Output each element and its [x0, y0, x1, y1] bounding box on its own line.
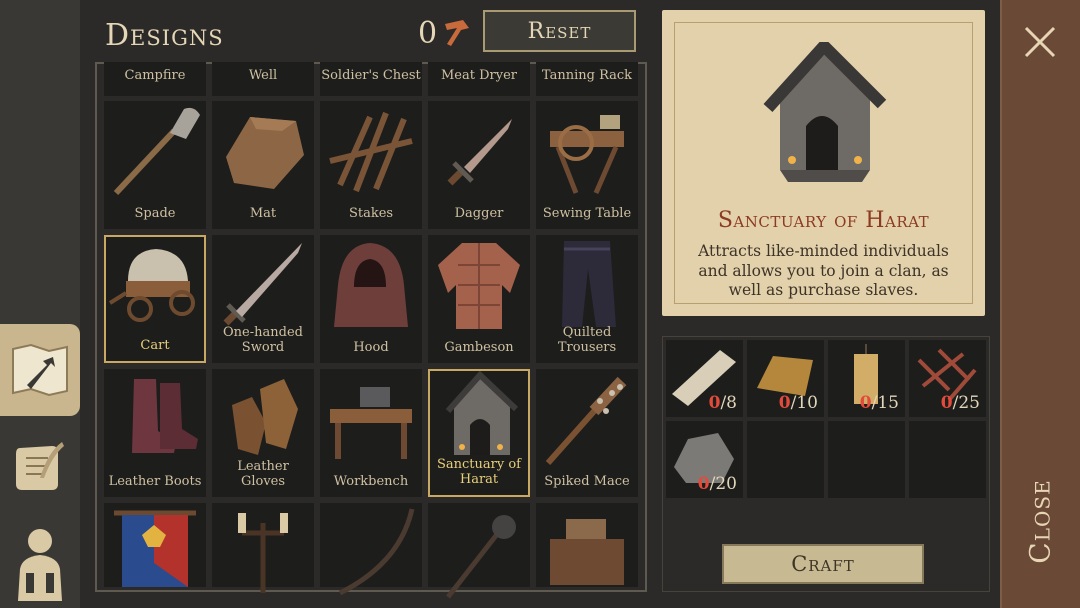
resource-need: /20: [709, 474, 737, 494]
tab-recipes[interactable]: [0, 420, 80, 512]
dagger-icon: [447, 119, 512, 186]
bow-icon: [338, 508, 415, 596]
grid-cell[interactable]: Soldier's Chest: [320, 62, 422, 96]
gambeson-icon: [438, 243, 520, 329]
grid-cell-sanctuary-of-harat[interactable]: Sanctuary of Harat: [428, 369, 530, 497]
trousers-icon: [562, 241, 616, 327]
grid-cell-sewing-table[interactable]: Sewing Table: [536, 101, 638, 229]
resource-cell: 0/10: [747, 340, 824, 417]
grid-cell[interactable]: Campfire: [104, 62, 206, 96]
page-title: Designs: [105, 18, 224, 53]
spade-icon: [113, 107, 200, 196]
banner-icon: [114, 510, 196, 587]
grid-cell-hood[interactable]: Hood: [320, 235, 422, 363]
hood-icon: [334, 243, 408, 327]
resource-cell-empty: [747, 421, 824, 498]
left-sidebar: [0, 0, 80, 608]
stakes-icon: [329, 111, 413, 193]
gloves-icon: [232, 379, 298, 455]
grid-cell-quilted-trousers[interactable]: Quilted Trousers: [536, 235, 638, 363]
resource-cell: 0/15: [828, 340, 905, 417]
grid-cell-bow[interactable]: [320, 503, 422, 596]
resource-count: 0: [418, 16, 438, 51]
hammer-map-icon: [12, 343, 68, 397]
close-icon[interactable]: [1018, 20, 1062, 64]
resource-have: 0: [708, 393, 721, 413]
resource-have: 0: [697, 474, 710, 494]
character-icon: [18, 529, 62, 601]
grid-cell[interactable]: Tanning Rack: [536, 62, 638, 96]
grid-cell-leather-boots[interactable]: Leather Boots: [104, 369, 206, 497]
grid-cell-spade[interactable]: Spade: [104, 101, 206, 229]
craft-button[interactable]: Craft: [722, 544, 924, 584]
resource-have: 0: [778, 393, 791, 413]
flail-icon: [446, 515, 516, 599]
grid-cell-gambeson[interactable]: Gambeson: [428, 235, 530, 363]
resource-need: /15: [871, 393, 899, 413]
grid-cell-flail[interactable]: [428, 503, 530, 599]
sanctuary-large-icon: [763, 42, 887, 182]
grid-cell-cart[interactable]: Cart: [104, 235, 206, 363]
grid-cell-stakes[interactable]: Stakes: [320, 101, 422, 229]
grid-cell-dagger[interactable]: Dagger: [428, 101, 530, 229]
candelabra-icon: [238, 513, 288, 593]
boots-icon: [132, 379, 198, 453]
resource-cell: 0/8: [666, 340, 743, 417]
resource-need: /25: [952, 393, 980, 413]
scroll-quill-icon: [16, 442, 64, 490]
grid-cell-one-handed-sword[interactable]: One-handed Sword: [212, 235, 314, 363]
resource-need: /8: [720, 393, 737, 413]
grid-cell-workbench[interactable]: Workbench: [320, 369, 422, 497]
grid-cell-desk[interactable]: [536, 503, 638, 587]
item-title: Sanctuary of Harat: [717, 208, 930, 233]
sword-icon: [223, 243, 302, 326]
mace-icon: [545, 376, 627, 465]
resource-cell: 0/20: [666, 421, 743, 498]
reset-button[interactable]: Reset: [483, 10, 636, 52]
tab-designs[interactable]: [0, 324, 80, 416]
grid-cell-mat[interactable]: Mat: [212, 101, 314, 229]
resource-cell-empty: [909, 421, 986, 498]
workbench-icon: [330, 387, 412, 459]
resource-have: 0: [940, 393, 953, 413]
grid-cell-candelabra[interactable]: [212, 503, 314, 593]
resource-have: 0: [859, 393, 872, 413]
grid-cell-leather-gloves[interactable]: Leather Gloves: [212, 369, 314, 497]
sewing-table-icon: [550, 115, 624, 194]
close-button[interactable]: Close: [1020, 460, 1060, 580]
sanctuary-icon: [445, 371, 519, 455]
resource-need: /10: [790, 393, 818, 413]
tab-character[interactable]: [0, 516, 80, 608]
grid-top-row: Campfire Well Soldier's Chest Meat Dryer…: [104, 62, 644, 96]
grid-cell[interactable]: Well: [212, 62, 314, 96]
mat-icon: [226, 117, 304, 189]
close-label: Close: [1023, 479, 1057, 564]
desk-icon: [550, 519, 624, 585]
grid-cell[interactable]: Meat Dryer: [428, 62, 530, 96]
resource-cell-empty: [828, 421, 905, 498]
resource-cell: 0/25: [909, 340, 986, 417]
item-detail-card: Sanctuary of Harat Attracts like-minded …: [662, 10, 985, 316]
grid-cell-spiked-mace[interactable]: Spiked Mace: [536, 369, 638, 497]
grid-cell-banner[interactable]: [104, 503, 206, 587]
cart-icon: [108, 249, 195, 322]
hammer-icon: [445, 20, 469, 46]
item-description: Attracts like-minded individuals and all…: [698, 242, 949, 299]
